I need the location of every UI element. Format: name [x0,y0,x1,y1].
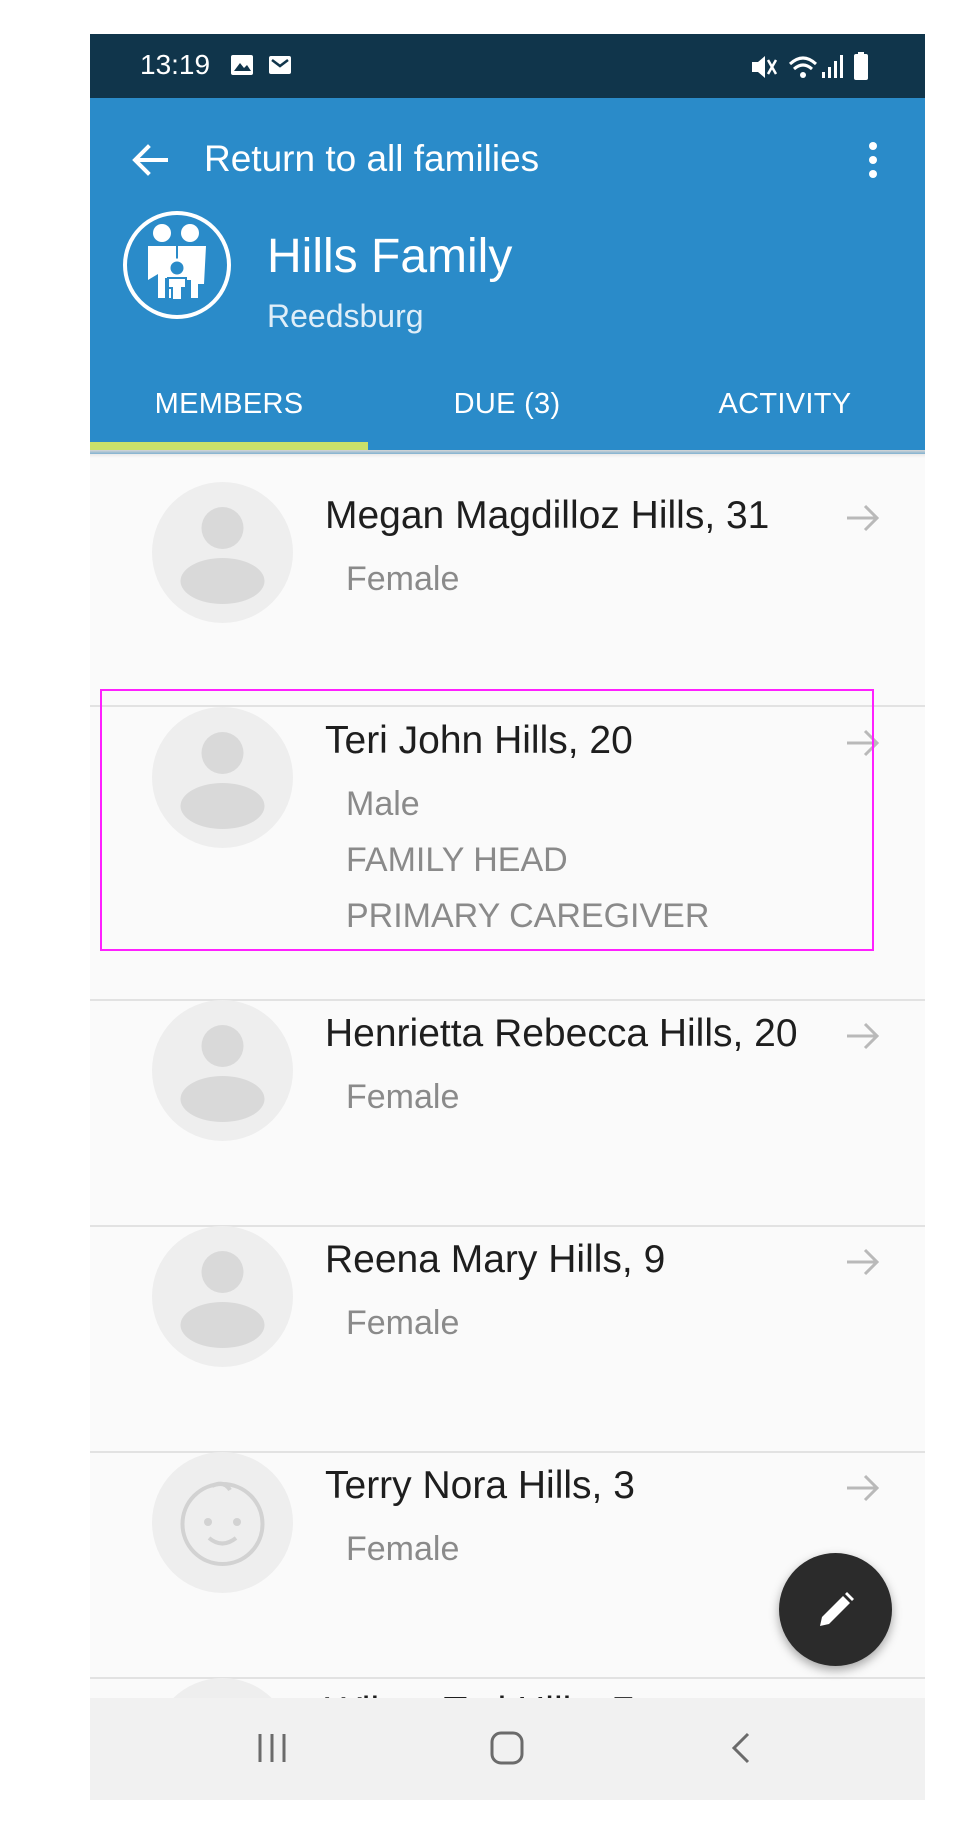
edit-fab-button[interactable] [779,1553,892,1666]
app-bar: Return to all families Hills Family Reed… [90,98,925,454]
app-bar-shadow [90,450,925,458]
member-name: Terry Nora Hills, 3 [325,1464,635,1507]
signal-icon [822,55,843,78]
arrow-right-icon [847,1022,880,1050]
family-location: Reedsburg [267,298,424,334]
person-avatar-icon [152,482,293,623]
phone-screen: 13:19 Return to all families Hills Famil… [90,34,925,1800]
family-name: Hills Family [267,230,513,283]
back-arrow-icon[interactable] [128,138,172,182]
arrow-right-icon [847,1248,880,1276]
pencil-icon [820,1592,854,1626]
member-name: Teri John Hills, 20 [325,719,633,762]
member-name: Reena Mary Hills, 9 [325,1238,666,1281]
person-avatar-icon [152,707,293,848]
battery-icon [854,52,868,80]
tab-due[interactable]: DUE (3) [368,388,646,421]
member-role-family-head: FAMILY HEAD [346,841,568,879]
arrow-right-icon [847,504,880,532]
tab-indicator [90,442,368,450]
more-options-icon[interactable] [863,138,883,182]
member-name: Henrietta Rebecca Hills, 20 [325,1012,798,1055]
wifi-icon [788,56,818,78]
member-role-caregiver: PRIMARY CAREGIVER [346,897,710,935]
baby-face-icon [152,1452,293,1593]
arrow-right-icon [847,729,880,757]
member-gender: Female [346,1530,460,1568]
member-gender: Male [346,785,420,823]
status-time: 13:19 [140,49,211,80]
recent-apps-icon[interactable] [254,1728,290,1768]
member-gender: Female [346,1304,460,1342]
status-right-icons [750,52,880,87]
return-to-families-link[interactable]: Return to all families [204,138,539,180]
mail-icon [268,54,292,81]
back-nav-icon[interactable] [726,1728,756,1768]
family-icon [123,211,231,319]
member-gender: Female [346,1078,460,1116]
home-icon[interactable] [487,1728,527,1768]
mute-icon [752,56,778,78]
member-gender: Female [346,560,460,598]
system-nav-bar [90,1698,925,1800]
arrow-right-icon [847,1474,880,1502]
gallery-icon [230,54,254,81]
tab-members[interactable]: MEMBERS [90,388,368,421]
person-avatar-icon [152,1000,293,1141]
person-avatar-icon [152,1226,293,1367]
member-name: Megan Magdilloz Hills, 31 [325,494,770,537]
tab-activity[interactable]: ACTIVITY [646,388,924,421]
status-bar: 13:19 [90,34,925,98]
